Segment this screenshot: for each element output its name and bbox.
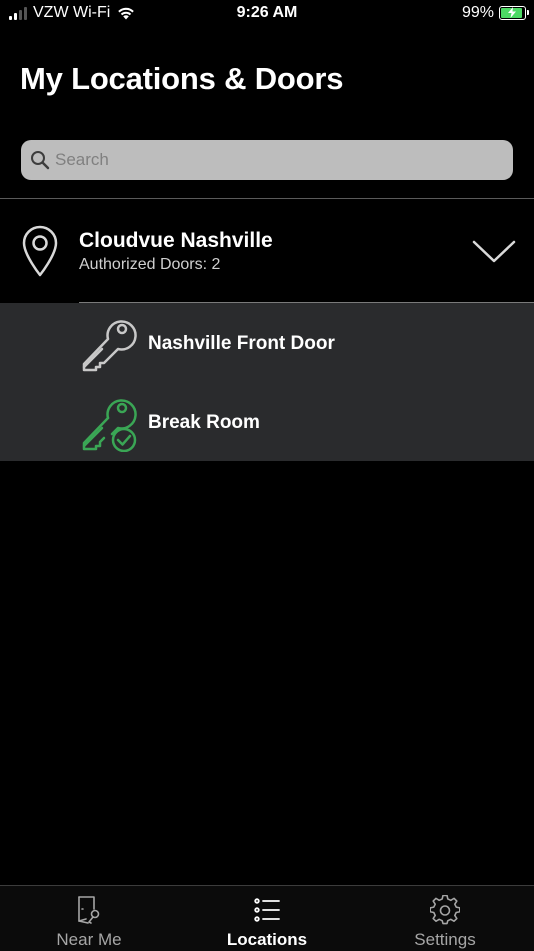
gear-icon — [430, 895, 460, 925]
location-name: Cloudvue Nashville — [79, 229, 273, 252]
tab-label: Settings — [414, 930, 476, 949]
status-right: 99% — [461, 4, 529, 22]
key-icon — [82, 320, 137, 372]
doors-list: Nashville Front Door Break Room — [0, 303, 534, 461]
door-item-nashville-front-door[interactable]: Nashville Front Door — [0, 303, 534, 382]
status-bar: VZW Wi-Fi 9:26 AM 99% — [0, 0, 534, 28]
chevron-down-icon[interactable] — [472, 239, 516, 265]
page-title: My Locations & Doors — [20, 61, 344, 96]
tab-settings[interactable]: Settings — [356, 886, 534, 951]
tab-locations[interactable]: Locations — [178, 886, 356, 951]
status-time: 9:26 AM — [236, 4, 298, 21]
search-input[interactable] — [55, 140, 503, 180]
door-label: Break Room — [148, 412, 260, 433]
location-row[interactable]: Cloudvue Nashville Authorized Doors: 2 — [0, 199, 534, 302]
tab-label: Near Me — [56, 930, 122, 949]
charging-bolt-icon — [508, 7, 516, 18]
search-bar[interactable] — [21, 140, 513, 180]
tab-bar: Near Me Locations Settings — [0, 885, 534, 951]
tab-near-me[interactable]: Near Me — [0, 886, 178, 951]
battery-percent: 99% — [461, 4, 494, 21]
key-check-icon — [82, 399, 137, 452]
door-label: Nashville Front Door — [148, 333, 335, 354]
battery-icon — [499, 6, 529, 20]
door-key-icon — [78, 896, 100, 924]
map-pin-icon — [22, 225, 58, 277]
door-item-break-room[interactable]: Break Room — [0, 382, 534, 461]
tab-label: Locations — [226, 930, 308, 949]
list-icon — [254, 898, 280, 922]
search-icon — [31, 151, 50, 170]
authorized-doors-count: Authorized Doors: 2 — [79, 256, 221, 273]
